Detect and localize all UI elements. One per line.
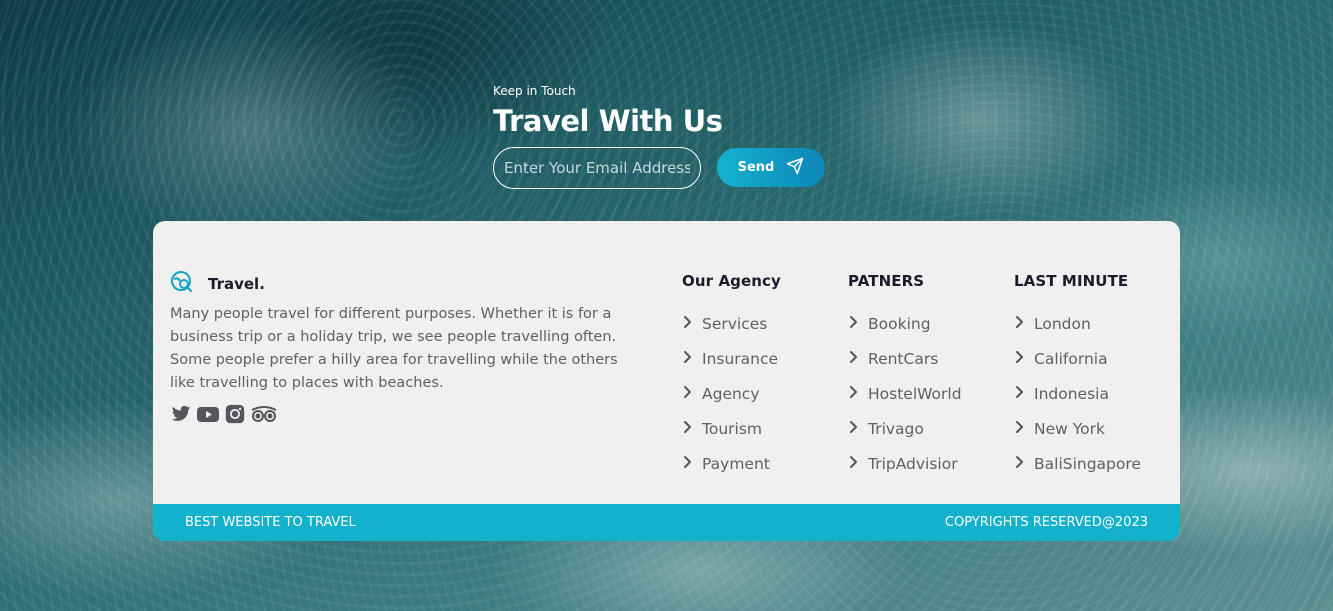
- footer-card: Travel. Many people travel for different…: [153, 221, 1180, 541]
- footer-link-label: California: [1034, 349, 1108, 368]
- footer-link[interactable]: Insurance: [682, 341, 781, 376]
- footer-link[interactable]: Indonesia: [1014, 376, 1141, 411]
- instagram-icon[interactable]: [224, 403, 246, 429]
- send-label: Send: [737, 160, 775, 175]
- footer-description: Many people travel for different purpose…: [170, 306, 618, 391]
- chevron-right-icon: [1014, 455, 1026, 473]
- newsletter-eyebrow: Keep in Touch: [493, 84, 576, 98]
- footer-link[interactable]: Tourism: [682, 411, 781, 446]
- chevron-right-icon: [682, 455, 694, 473]
- footer-link-label: Booking: [868, 314, 931, 333]
- footer-link[interactable]: California: [1014, 341, 1141, 376]
- footer-link-label: Services: [702, 314, 768, 333]
- chevron-right-icon: [682, 350, 694, 368]
- chevron-right-icon: [848, 420, 860, 438]
- footer-link[interactable]: London: [1014, 306, 1141, 341]
- youtube-icon[interactable]: [196, 404, 220, 428]
- brand-name: Travel.: [208, 275, 265, 293]
- chevron-right-icon: [848, 455, 860, 473]
- chevron-right-icon: [1014, 350, 1026, 368]
- footer-link[interactable]: HostelWorld: [848, 376, 962, 411]
- newsletter-title: Travel With Us: [493, 104, 723, 138]
- chevron-right-icon: [1014, 420, 1026, 438]
- footer-link[interactable]: RentCars: [848, 341, 962, 376]
- footer-link[interactable]: Booking: [848, 306, 962, 341]
- social-links: [170, 403, 278, 429]
- footer-link-label: TripAdvisior: [868, 454, 958, 473]
- copyright: COPYRIGHTS RESERVED@2023: [944, 515, 1148, 530]
- footer-bar: BEST WEBSITE TO TRAVEL COPYRIGHTS RESERV…: [153, 504, 1180, 541]
- footer-link[interactable]: BaliSingapore: [1014, 446, 1141, 481]
- send-button[interactable]: Send: [717, 148, 825, 187]
- email-input[interactable]: [493, 147, 701, 189]
- footer-link[interactable]: Services: [682, 306, 781, 341]
- chevron-right-icon: [682, 315, 694, 333]
- footer-link[interactable]: Trivago: [848, 411, 962, 446]
- column-title: PATNERS: [848, 272, 925, 290]
- footer-link-label: Insurance: [702, 349, 779, 368]
- brand[interactable]: Travel.: [170, 270, 265, 298]
- chevron-right-icon: [1014, 315, 1026, 333]
- tripadvisor-icon[interactable]: [250, 404, 278, 428]
- globe-search-icon: [170, 270, 194, 298]
- column-title: Our Agency: [682, 272, 781, 290]
- chevron-right-icon: [682, 420, 694, 438]
- column-partners: PATNERS Booking RentCars HostelWorld Tri…: [848, 272, 962, 481]
- footer-tagline: BEST WEBSITE TO TRAVEL: [185, 515, 356, 530]
- footer-link-label: Agency: [702, 384, 760, 403]
- send-icon: [786, 157, 804, 179]
- footer-link-label: HostelWorld: [868, 384, 962, 403]
- footer-link-label: Tourism: [702, 419, 762, 438]
- footer-link[interactable]: Payment: [682, 446, 781, 481]
- chevron-right-icon: [848, 350, 860, 368]
- footer-link[interactable]: Agency: [682, 376, 781, 411]
- chevron-right-icon: [1014, 385, 1026, 403]
- footer-link-label: Payment: [702, 454, 770, 473]
- footer-link-label: Trivago: [868, 419, 924, 438]
- column-last-minute: LAST MINUTE London California Indonesia …: [1014, 272, 1141, 481]
- chevron-right-icon: [848, 315, 860, 333]
- footer-link-label: Indonesia: [1034, 384, 1109, 403]
- column-title: LAST MINUTE: [1014, 272, 1129, 290]
- footer-link[interactable]: New York: [1014, 411, 1141, 446]
- footer-link-label: London: [1034, 314, 1091, 333]
- column-our-agency: Our Agency Services Insurance Agency Tou…: [682, 272, 781, 481]
- twitter-icon[interactable]: [170, 404, 192, 428]
- footer-link[interactable]: TripAdvisior: [848, 446, 962, 481]
- footer-link-label: RentCars: [868, 349, 939, 368]
- footer-link-label: BaliSingapore: [1034, 454, 1141, 473]
- chevron-right-icon: [682, 385, 694, 403]
- chevron-right-icon: [848, 385, 860, 403]
- footer-link-label: New York: [1034, 419, 1105, 438]
